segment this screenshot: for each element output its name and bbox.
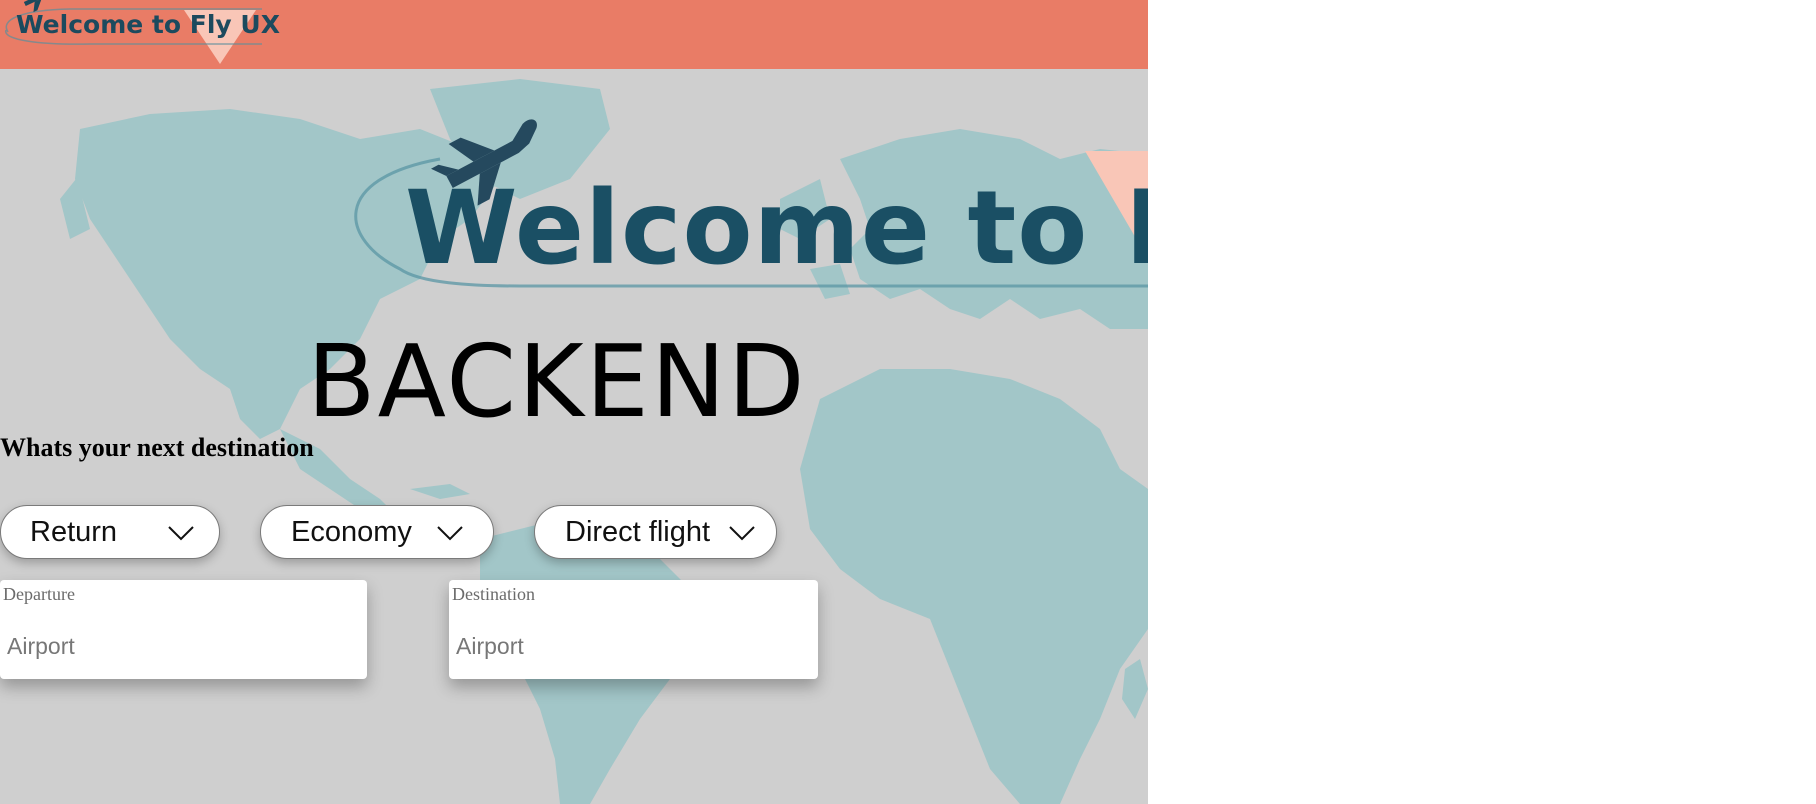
trip-type-dropdown[interactable]: Return xyxy=(0,505,220,559)
departure-airport-input[interactable] xyxy=(4,630,360,662)
destination-prompt: Whats your next destination xyxy=(0,433,314,462)
hero-title: Welcome to Fly UX xyxy=(405,169,1148,288)
chevron-down-icon xyxy=(168,526,194,541)
hero-logo: Welcome to Fly UX xyxy=(0,69,1148,319)
app-window: Welcome to Fly UX Welcome to BACKEND Wha… xyxy=(0,0,1148,804)
chevron-down-icon xyxy=(729,526,755,541)
departure-label: Departure xyxy=(3,584,75,604)
cabin-class-dropdown[interactable]: Economy xyxy=(260,505,494,559)
header-logo[interactable]: Welcome to Fly UX xyxy=(0,0,280,69)
destination-label: Destination xyxy=(452,584,535,604)
departure-field: Departure xyxy=(0,580,367,679)
logo-text: Welcome to Fly UX xyxy=(16,10,280,39)
destination-field: Destination xyxy=(449,580,818,679)
hero-section: Welcome to Fly UX BACKEND Whats your nex… xyxy=(0,69,1148,804)
destination-airport-input[interactable] xyxy=(453,630,809,662)
stops-value: Direct flight xyxy=(565,515,711,548)
trip-type-value: Return xyxy=(30,515,118,548)
stops-dropdown[interactable]: Direct flight xyxy=(534,505,777,559)
chevron-down-icon xyxy=(437,526,463,541)
cabin-class-value: Economy xyxy=(291,515,412,548)
backend-heading: BACKEND xyxy=(307,323,807,440)
top-header-bar: Welcome to Fly UX xyxy=(0,0,1148,69)
